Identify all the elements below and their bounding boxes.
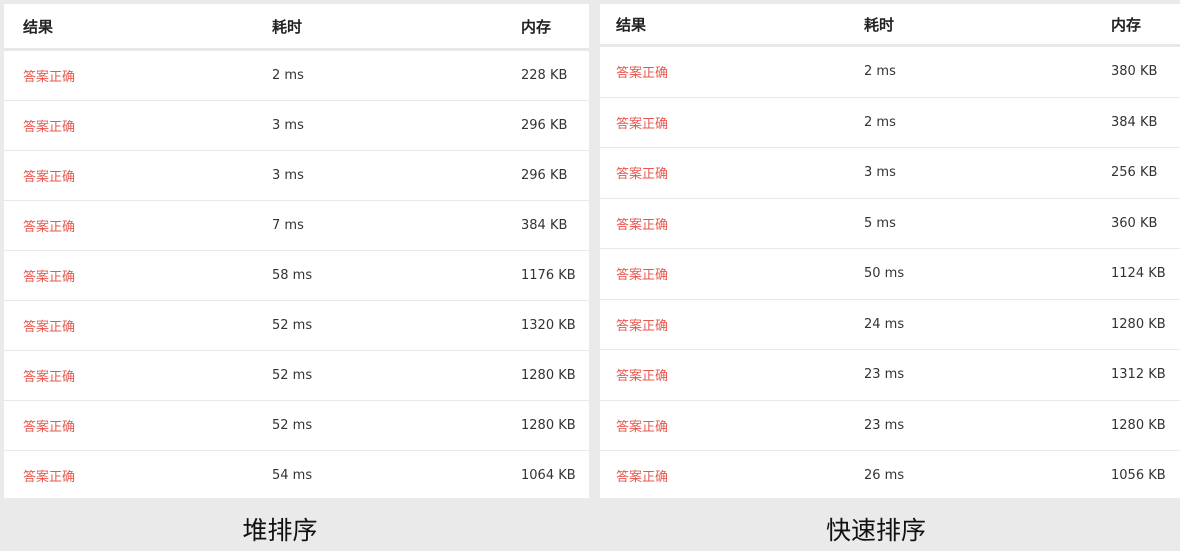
result-cell: 答案正确 [23,120,76,135]
memory-cell: 1280 KB [1111,417,1166,433]
column-header-result: 结果 [23,17,54,36]
table-header: 结果 耗时 内存 [600,4,1180,47]
result-cell: 答案正确 [616,470,669,486]
result-cell: 答案正确 [23,420,76,435]
memory-cell: 360 KB [1111,215,1158,231]
column-header-time: 耗时 [272,17,303,36]
result-cell: 答案正确 [616,217,669,233]
table-row: 答案正确 3 ms 256 KB [600,148,1180,199]
table-row: 答案正确 2 ms 228 KB [4,51,589,101]
result-cell: 答案正确 [23,270,76,285]
memory-cell: 380 KB [1111,64,1158,80]
memory-cell: 1124 KB [1111,266,1166,282]
time-cell: 23 ms [864,367,905,383]
table-header: 结果 耗时 内存 [4,4,589,51]
memory-cell: 1064 KB [521,468,576,483]
column-header-time: 耗时 [864,15,895,34]
memory-cell: 384 KB [521,218,568,233]
time-cell: 52 ms [272,418,313,433]
result-cell: 答案正确 [23,320,76,335]
time-cell: 2 ms [272,68,304,83]
memory-cell: 1312 KB [1111,367,1166,383]
time-cell: 54 ms [272,468,313,483]
table-row: 答案正确 3 ms 296 KB [4,101,589,151]
time-cell: 26 ms [864,468,905,484]
table-body: 答案正确 2 ms 380 KB 答案正确 2 ms 384 KB 答案正确 3 ms 256 … [600,47,1180,501]
result-cell: 答案正确 [23,470,76,485]
memory-cell: 256 KB [1111,165,1158,181]
table-row: 答案正确 2 ms 384 KB [600,98,1180,148]
time-cell: 52 ms [272,368,313,383]
time-cell: 2 ms [864,114,896,130]
table-row: 答案正确 23 ms 1280 KB [600,401,1180,451]
table-row: 答案正确 24 ms 1280 KB [600,300,1180,350]
memory-cell: 1056 KB [1111,468,1166,484]
table-row: 答案正确 2 ms 380 KB [600,47,1180,98]
time-cell: 7 ms [272,218,304,233]
table-row: 答案正确 7 ms 384 KB [4,201,589,251]
heap-sort-results-table: 结果 耗时 内存 答案正确 2 ms 228 KB 答案正确 3 ms 296 KB 答案正… [4,4,589,498]
memory-cell: 228 KB [521,68,568,83]
table-row: 答案正确 52 ms 1320 KB [4,301,589,351]
memory-cell: 384 KB [1111,114,1158,130]
result-cell: 答案正确 [616,318,669,334]
time-cell: 58 ms [272,268,313,283]
table-row: 答案正确 54 ms 1064 KB [4,451,589,500]
memory-cell: 1320 KB [521,318,576,333]
time-cell: 52 ms [272,318,313,333]
result-cell: 答案正确 [23,70,76,85]
time-cell: 5 ms [864,215,896,231]
table-row: 答案正确 52 ms 1280 KB [4,401,589,451]
time-cell: 3 ms [272,168,304,183]
quick-sort-results-table: 结果 耗时 内存 答案正确 2 ms 380 KB 答案正确 2 ms 384 KB 答案正… [600,4,1180,498]
result-cell: 答案正确 [616,268,669,284]
time-cell: 24 ms [864,316,905,332]
table-row: 答案正确 26 ms 1056 KB [600,451,1180,501]
table-row: 答案正确 52 ms 1280 KB [4,351,589,401]
column-header-memory: 内存 [521,17,552,36]
result-cell: 答案正确 [616,116,669,132]
result-cell: 答案正确 [616,167,669,183]
table-row: 答案正确 23 ms 1312 KB [600,350,1180,401]
column-header-memory: 内存 [1111,15,1142,34]
result-cell: 答案正确 [23,170,76,185]
result-cell: 答案正确 [616,369,669,385]
time-cell: 50 ms [864,266,905,282]
memory-cell: 296 KB [521,118,568,133]
result-cell: 答案正确 [616,66,669,82]
table-row: 答案正确 3 ms 296 KB [4,151,589,201]
time-cell: 23 ms [864,417,905,433]
memory-cell: 1280 KB [521,368,576,383]
result-cell: 答案正确 [23,220,76,235]
memory-cell: 1280 KB [1111,316,1166,332]
result-cell: 答案正确 [23,370,76,385]
column-header-result: 结果 [616,15,647,34]
time-cell: 3 ms [272,118,304,133]
table-row: 答案正确 50 ms 1124 KB [600,249,1180,300]
heap-sort-caption: 堆排序 [242,516,318,545]
table-body: 答案正确 2 ms 228 KB 答案正确 3 ms 296 KB 答案正确 3 ms 296 … [4,51,589,500]
table-row: 答案正确 58 ms 1176 KB [4,251,589,301]
memory-cell: 1280 KB [521,418,576,433]
time-cell: 2 ms [864,64,896,80]
time-cell: 3 ms [864,165,896,181]
table-row: 答案正确 5 ms 360 KB [600,199,1180,249]
quick-sort-caption: 快速排序 [825,516,926,545]
result-cell: 答案正确 [616,419,669,435]
memory-cell: 296 KB [521,168,568,183]
memory-cell: 1176 KB [521,268,576,283]
